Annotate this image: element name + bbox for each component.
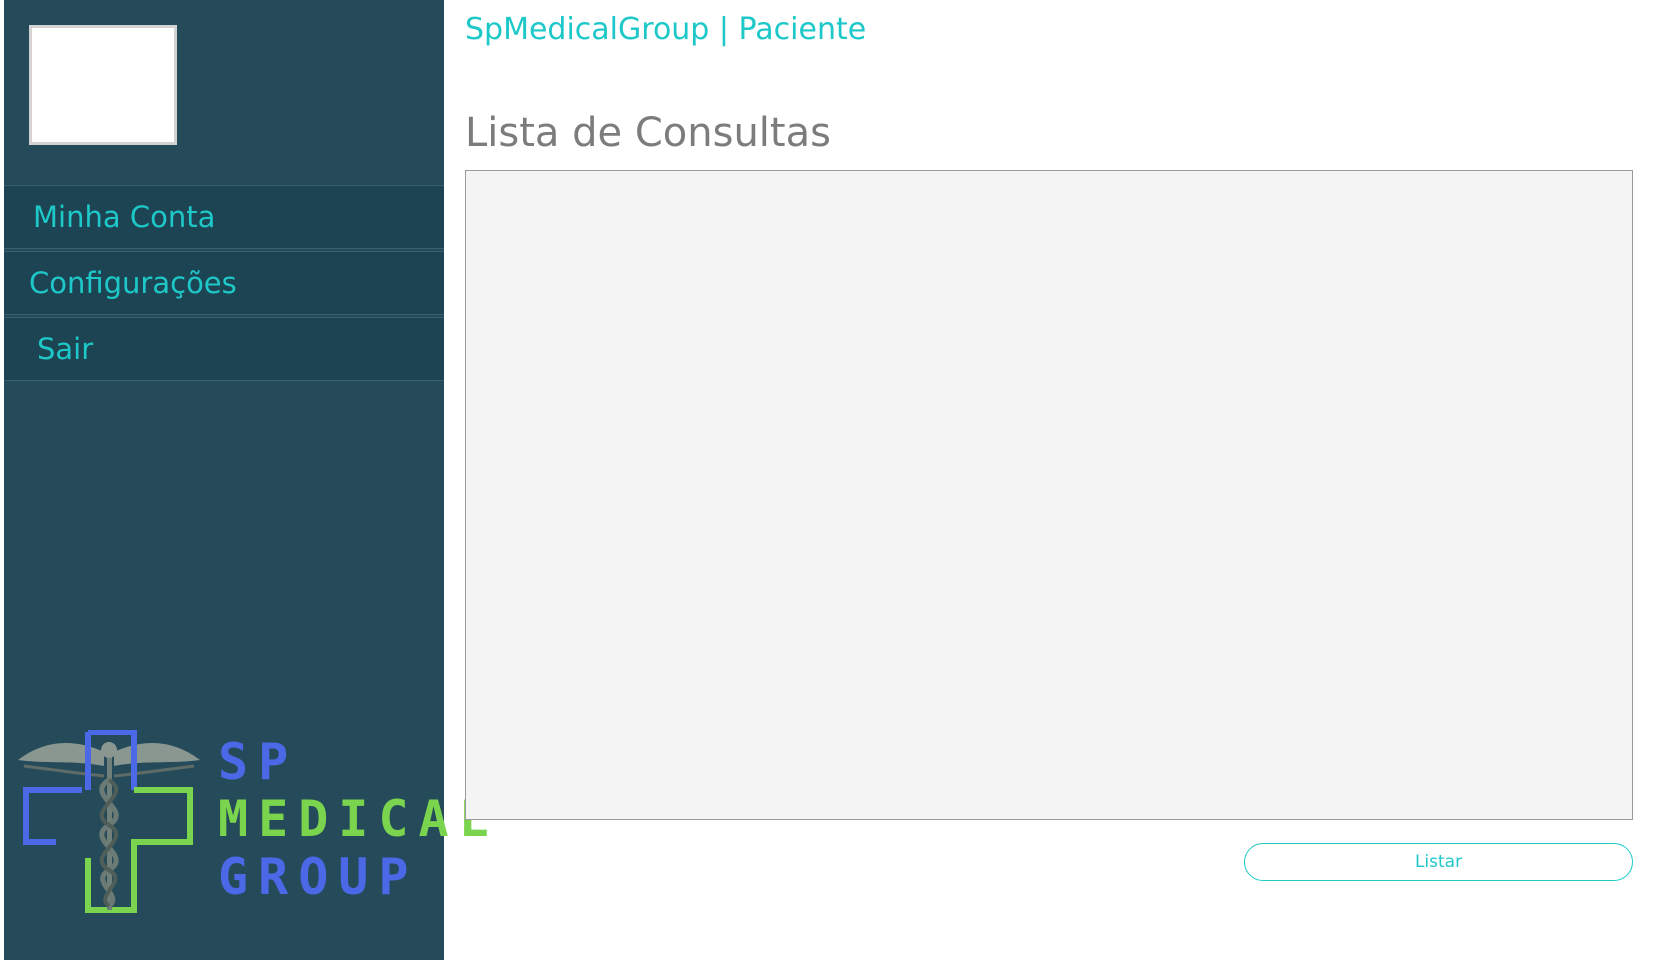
sidebar-item-label: Sair xyxy=(37,332,94,366)
page-header-title: SpMedicalGroup | Paciente xyxy=(465,12,867,47)
consultas-list xyxy=(465,170,1633,820)
logo-text-group: GROUP xyxy=(218,848,419,906)
sidebar-item-sair[interactable]: Sair xyxy=(4,317,444,381)
logo-text-medical: MEDICAL xyxy=(218,790,499,848)
listar-button[interactable]: Listar xyxy=(1244,843,1633,881)
sidebar-item-configuracoes[interactable]: Configurações xyxy=(4,251,444,315)
sidebar-item-label: Minha Conta xyxy=(33,200,216,234)
sidebar-item-minha-conta[interactable]: Minha Conta xyxy=(4,185,444,249)
sp-medical-group-logo: SP MEDICAL GROUP xyxy=(14,730,489,914)
avatar xyxy=(29,25,177,145)
sidebar-item-label: Configurações xyxy=(29,266,237,300)
section-title: Lista de Consultas xyxy=(465,110,831,156)
sidebar: Minha Conta Configurações Sair SP MEDICA… xyxy=(4,0,489,960)
app-page: Minha Conta Configurações Sair SP MEDICA… xyxy=(0,0,1680,960)
sidebar-nav: Minha Conta Configurações Sair xyxy=(4,185,444,383)
caduceus-cross-icon xyxy=(18,730,200,913)
logo-text-sp: SP xyxy=(218,733,299,791)
